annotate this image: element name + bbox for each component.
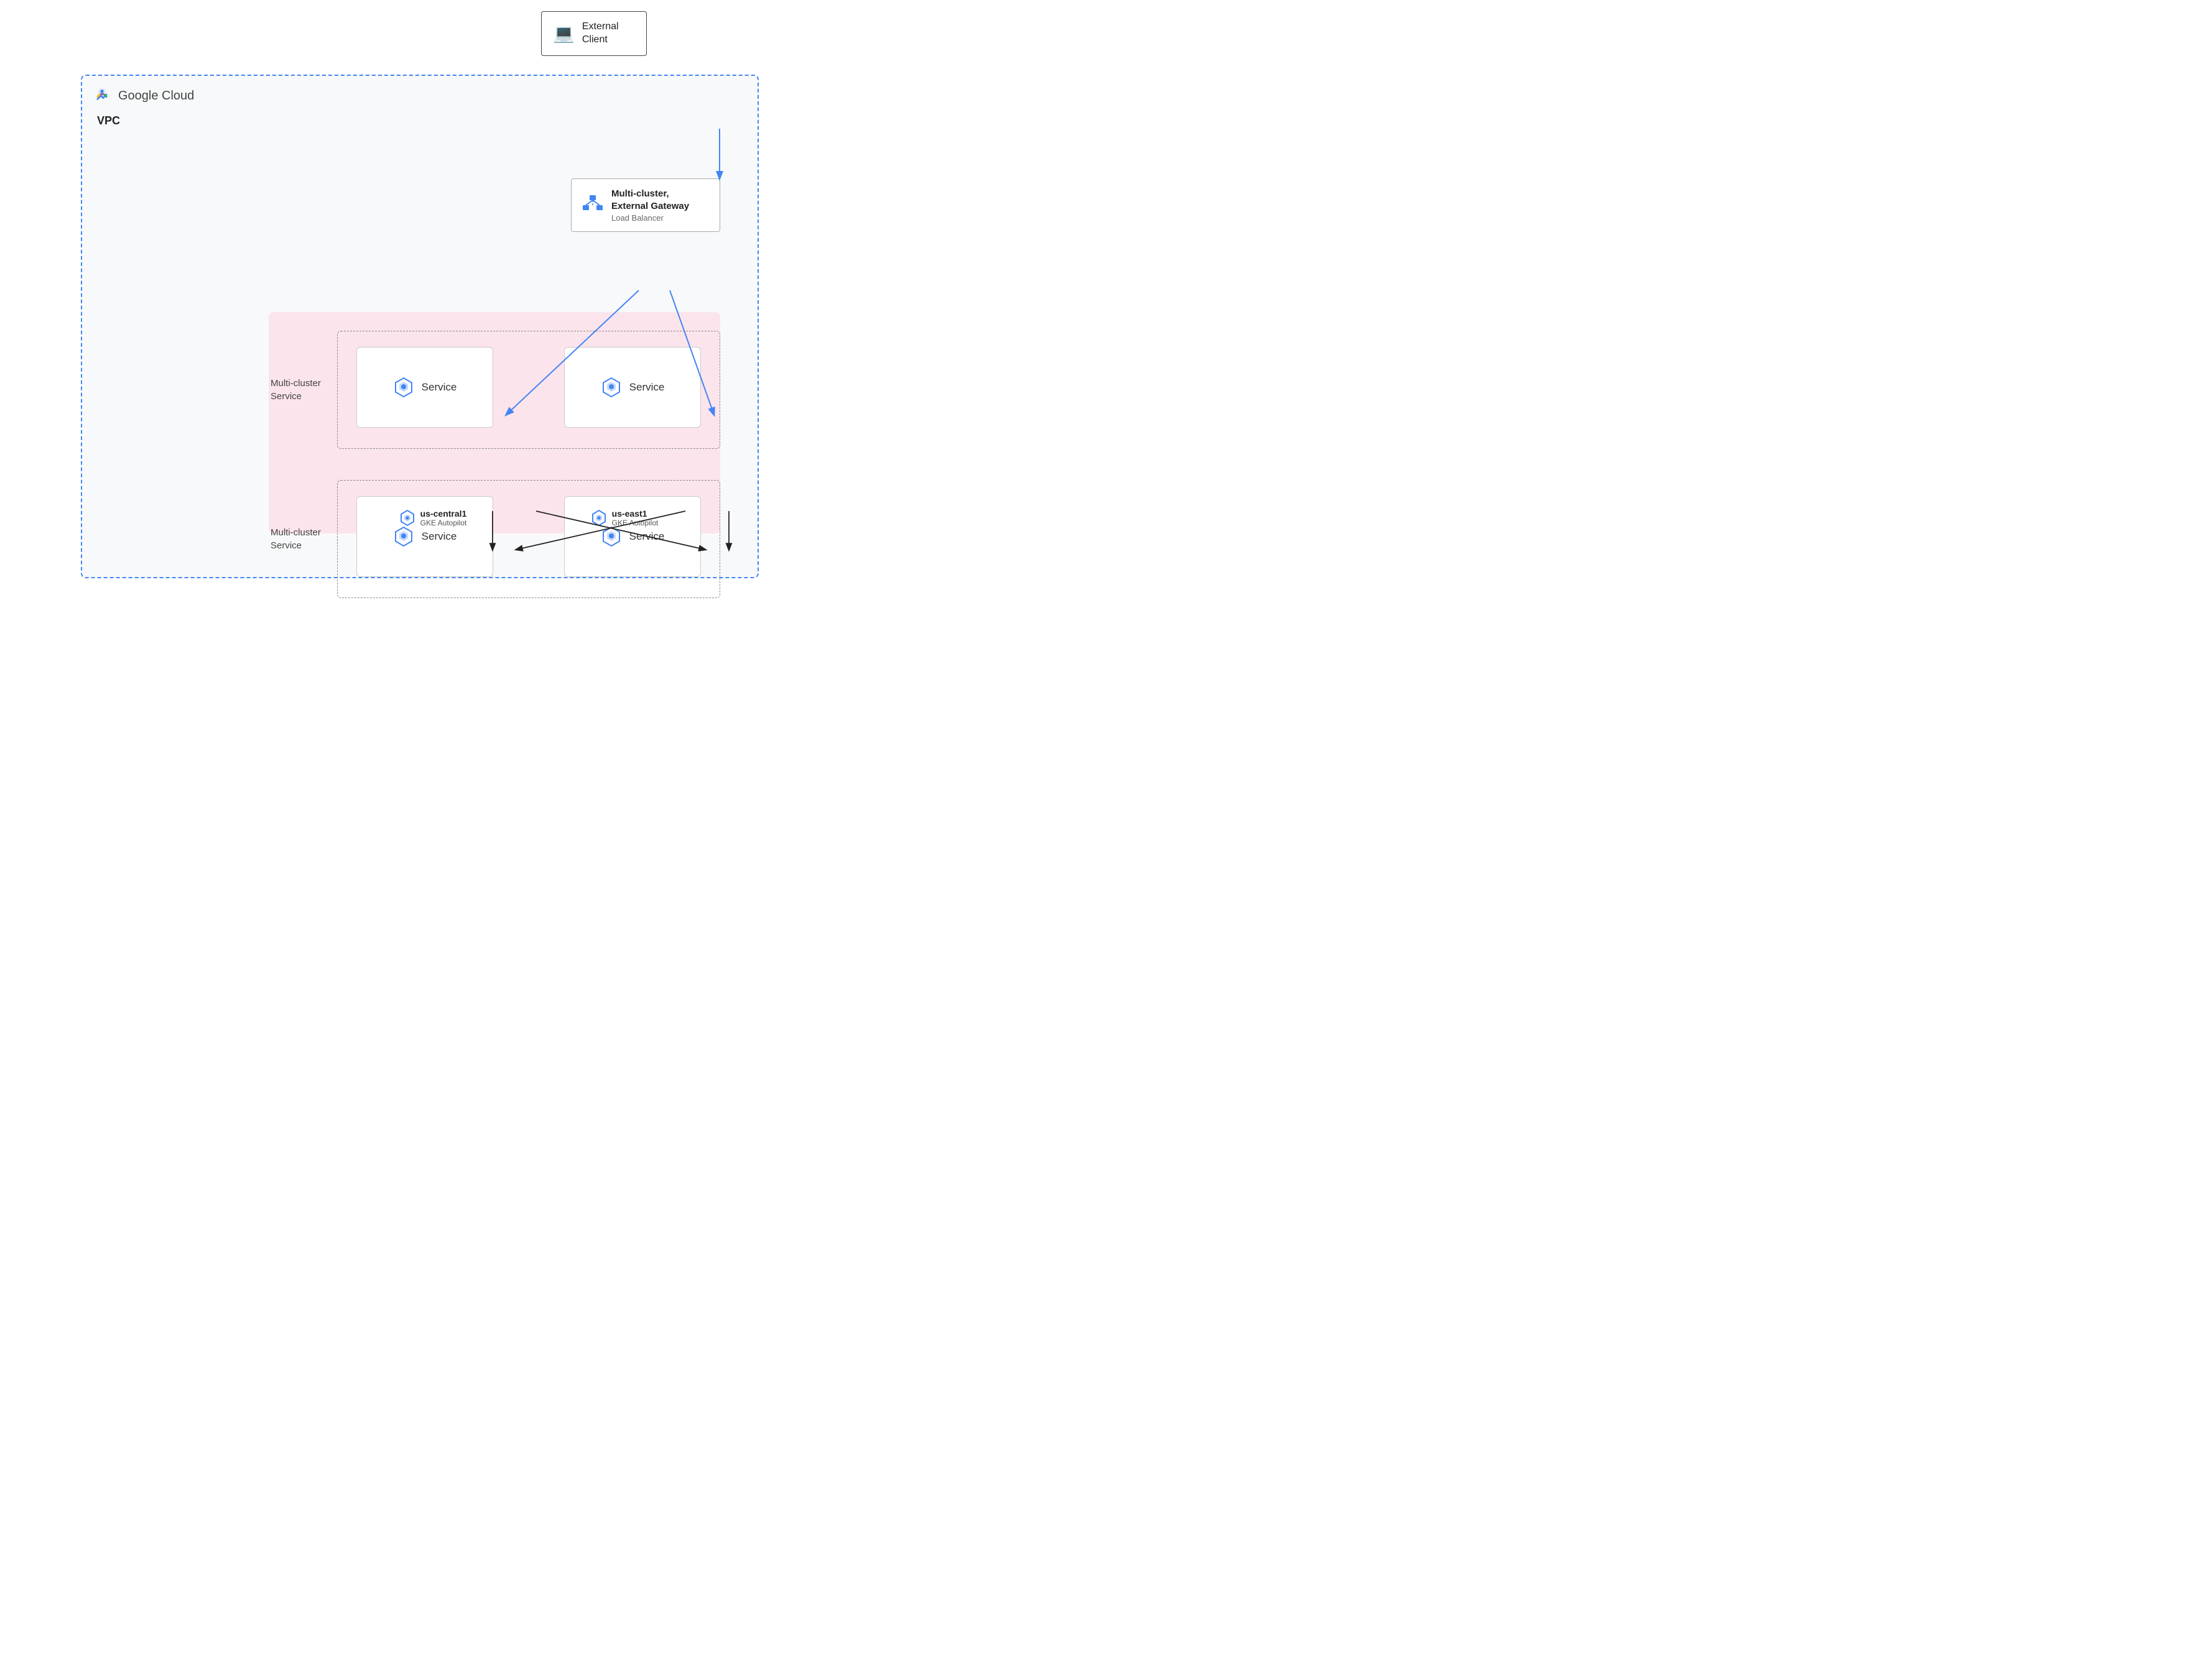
gke-type-left: GKE Autopilot bbox=[420, 519, 467, 527]
gke-icon-left bbox=[399, 510, 415, 526]
service-label-bottom-right: Service bbox=[629, 530, 665, 543]
laptop-icon: 💻 bbox=[553, 23, 575, 44]
service-box-top-left: Service bbox=[356, 347, 493, 428]
diagram-container: 💻 External Client bbox=[0, 0, 784, 597]
google-cloud-text: Google Cloud bbox=[118, 89, 194, 103]
mcs-row-bottom: Multi-cluster Service Service bbox=[337, 480, 720, 598]
google-cloud-icon bbox=[91, 85, 113, 107]
gke-label-right: us-east1 GKE Autopilot bbox=[591, 509, 659, 527]
mcs-label-bottom: Multi-cluster Service bbox=[271, 526, 333, 552]
gke-label-left: us-central1 GKE Autopilot bbox=[399, 509, 467, 527]
gateway-subtitle: Load Balancer bbox=[611, 213, 689, 223]
clusters-area: Multi-cluster Service Service bbox=[269, 312, 720, 533]
service-icon-bottom-right bbox=[601, 526, 622, 547]
mcs-row-top: Multi-cluster Service Service bbox=[337, 331, 720, 449]
service-icon-top-right bbox=[601, 377, 622, 398]
service-label-bottom-left: Service bbox=[422, 530, 457, 543]
region-name-left: us-central1 bbox=[420, 509, 467, 519]
external-client-box: 💻 External Client bbox=[541, 11, 647, 56]
gateway-text: Multi-cluster, External Gateway Load Bal… bbox=[611, 188, 689, 223]
external-client-label: External Client bbox=[582, 21, 619, 47]
service-box-top-right: Service bbox=[564, 347, 701, 428]
mcs-label-top: Multi-cluster Service bbox=[271, 377, 333, 403]
gke-text-left: us-central1 GKE Autopilot bbox=[420, 509, 467, 527]
gke-type-right: GKE Autopilot bbox=[612, 519, 659, 527]
service-label-top-left: Service bbox=[422, 381, 457, 394]
google-cloud-logo: Google Cloud bbox=[91, 85, 194, 107]
service-icon-top-left bbox=[393, 377, 414, 398]
gateway-box: Multi-cluster, External Gateway Load Bal… bbox=[571, 178, 720, 232]
vpc-box: Google Cloud VPC Multi-cluster, External… bbox=[81, 75, 759, 578]
region-name-right: us-east1 bbox=[612, 509, 659, 519]
gateway-icon bbox=[582, 194, 604, 216]
vpc-label: VPC bbox=[97, 114, 120, 127]
service-icon-bottom-left bbox=[393, 526, 414, 547]
gke-text-right: us-east1 GKE Autopilot bbox=[612, 509, 659, 527]
gke-labels: us-central1 GKE Autopilot us-east1 GKE A… bbox=[337, 509, 720, 527]
gateway-title: Multi-cluster, External Gateway bbox=[611, 188, 689, 212]
service-label-top-right: Service bbox=[629, 381, 665, 394]
gke-icon-right bbox=[591, 510, 607, 526]
